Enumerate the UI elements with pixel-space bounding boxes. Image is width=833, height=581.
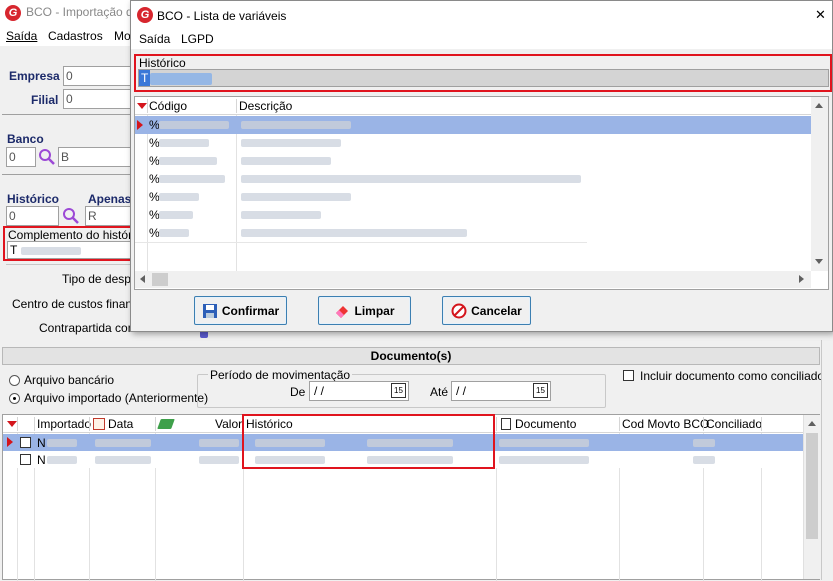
- filial-input[interactable]: 0: [63, 89, 133, 109]
- empresa-label: Empresa: [9, 69, 60, 83]
- row-importado: N: [37, 453, 46, 467]
- tipo-despesa-label: Tipo de despe: [62, 272, 138, 286]
- periodo-title: Período de movimentação: [208, 368, 353, 382]
- col-descricao[interactable]: Descrição: [239, 99, 292, 113]
- dialog-menu-saida[interactable]: Saída: [139, 32, 170, 46]
- separator: [6, 264, 133, 265]
- scroll-down-icon[interactable]: [815, 259, 823, 264]
- banco-code-input[interactable]: 0: [6, 147, 36, 167]
- list-item[interactable]: %: [135, 170, 587, 188]
- list-item[interactable]: %: [135, 152, 587, 170]
- variables-grid-header: Código Descrição: [135, 97, 811, 115]
- scroll-up-icon[interactable]: [815, 103, 823, 108]
- radio-arquivo-importado[interactable]: [9, 393, 20, 404]
- apenas-label: Apenas: [88, 192, 132, 206]
- list-item[interactable]: %: [135, 116, 827, 134]
- document-icon: [501, 418, 511, 430]
- col-valor[interactable]: Valor: [215, 417, 242, 431]
- col-importado[interactable]: Importado: [37, 417, 91, 431]
- cancel-icon: [451, 303, 467, 318]
- calendar-icon[interactable]: 15: [391, 383, 406, 398]
- confirm-button[interactable]: Confirmar: [194, 296, 287, 325]
- calendar-icon[interactable]: 15: [533, 383, 548, 398]
- variables-hscrollbar[interactable]: [135, 271, 811, 288]
- variables-dialog: G BCO - Lista de variáveis ✕ Saída LGPD …: [130, 0, 833, 332]
- dialog-title: BCO - Lista de variáveis: [157, 9, 287, 23]
- filial-label: Filial: [31, 93, 59, 107]
- contrapartida-label: Contrapartida contá: [39, 321, 145, 335]
- app-logo-icon: G: [5, 5, 21, 21]
- complemento-input[interactable]: T: [7, 241, 131, 259]
- dialog-title-bar: G BCO - Lista de variáveis ✕: [131, 1, 832, 29]
- variables-vscrollbar[interactable]: [811, 97, 828, 271]
- list-item[interactable]: %: [135, 134, 587, 152]
- dialog-historico-input[interactable]: T: [138, 69, 829, 87]
- app-logo-icon: G: [137, 7, 153, 23]
- scroll-thumb[interactable]: [152, 273, 168, 286]
- separator: [2, 174, 133, 175]
- row-checkbox[interactable]: [20, 454, 31, 465]
- bg-menu-mo[interactable]: Mo: [114, 29, 131, 43]
- radio-arquivo-importado-label: Arquivo importado (Anteriormente): [24, 391, 209, 405]
- radio-arquivo-bancario[interactable]: [9, 375, 20, 386]
- calendar-small-icon: [93, 418, 105, 430]
- incluir-conciliado-label: Incluir documento como conciliado: [640, 369, 825, 383]
- empresa-input[interactable]: 0: [63, 66, 133, 86]
- incluir-conciliado-checkbox[interactable]: [623, 370, 634, 381]
- cancel-button[interactable]: Cancelar: [442, 296, 531, 325]
- variables-grid: Código Descrição % % % % % % %: [134, 96, 829, 290]
- col-data[interactable]: Data: [108, 417, 133, 431]
- close-icon[interactable]: ✕: [815, 7, 826, 23]
- scroll-right-icon[interactable]: [799, 275, 804, 283]
- dialog-historico-label: Histórico: [139, 56, 186, 70]
- scroll-left-icon[interactable]: [140, 275, 145, 283]
- limpar-button[interactable]: Limpar: [318, 296, 411, 325]
- bg-window-title: BCO - Importação d: [26, 5, 133, 19]
- floppy-disk-icon: [202, 303, 217, 318]
- complemento-label: Complemento do histórico: [8, 228, 148, 242]
- historico-label: Histórico: [7, 192, 60, 206]
- bg-title-bar: G BCO - Importação d: [0, 0, 140, 26]
- documentos-header: Documento(s): [2, 347, 820, 365]
- centro-custos-label: Centro de custos finance: [12, 297, 145, 311]
- ate-label: Até: [430, 385, 449, 399]
- bg-menu-bar: Saída Cadastros Mo: [0, 26, 140, 46]
- right-edge-bar: [821, 340, 833, 580]
- de-label: De: [290, 385, 306, 399]
- grid-scrollbar[interactable]: [803, 415, 820, 579]
- list-item[interactable]: %: [135, 224, 587, 242]
- separator: [2, 114, 133, 115]
- eraser-icon: [336, 305, 349, 318]
- dialog-menu-bar: Saída LGPD: [131, 29, 832, 49]
- banco-name-input[interactable]: B: [58, 147, 133, 167]
- sort-indicator-icon: [7, 421, 17, 427]
- money-icon: [157, 419, 175, 429]
- row-importado: N: [37, 436, 46, 450]
- row-pointer-icon: [137, 120, 143, 130]
- col-cod-movto[interactable]: Cod Movto BCO: [622, 417, 709, 431]
- sort-indicator-icon: [137, 103, 147, 109]
- radio-arquivo-bancario-label: Arquivo bancário: [24, 373, 115, 387]
- bg-menu-cadastros[interactable]: Cadastros: [48, 29, 103, 43]
- row-pointer-icon: [7, 437, 13, 447]
- list-item[interactable]: %: [135, 188, 587, 206]
- col-codigo[interactable]: Código: [149, 99, 187, 113]
- banco-label: Banco: [7, 132, 44, 146]
- search-icon[interactable]: [62, 207, 80, 225]
- dialog-menu-lgpd[interactable]: LGPD: [181, 32, 214, 46]
- historico-input[interactable]: 0: [6, 206, 59, 226]
- col-conciliado[interactable]: Conciliado: [706, 417, 762, 431]
- scroll-up-icon[interactable]: [808, 421, 816, 426]
- historico-column-highlight: [242, 414, 495, 469]
- col-documento[interactable]: Documento: [515, 417, 576, 431]
- apenas-input[interactable]: R: [85, 206, 133, 226]
- row-checkbox[interactable]: [20, 437, 31, 448]
- bg-menu-saida[interactable]: Saída: [6, 29, 37, 43]
- scroll-thumb[interactable]: [806, 433, 818, 539]
- search-icon[interactable]: [38, 148, 56, 166]
- list-item[interactable]: %: [135, 206, 587, 224]
